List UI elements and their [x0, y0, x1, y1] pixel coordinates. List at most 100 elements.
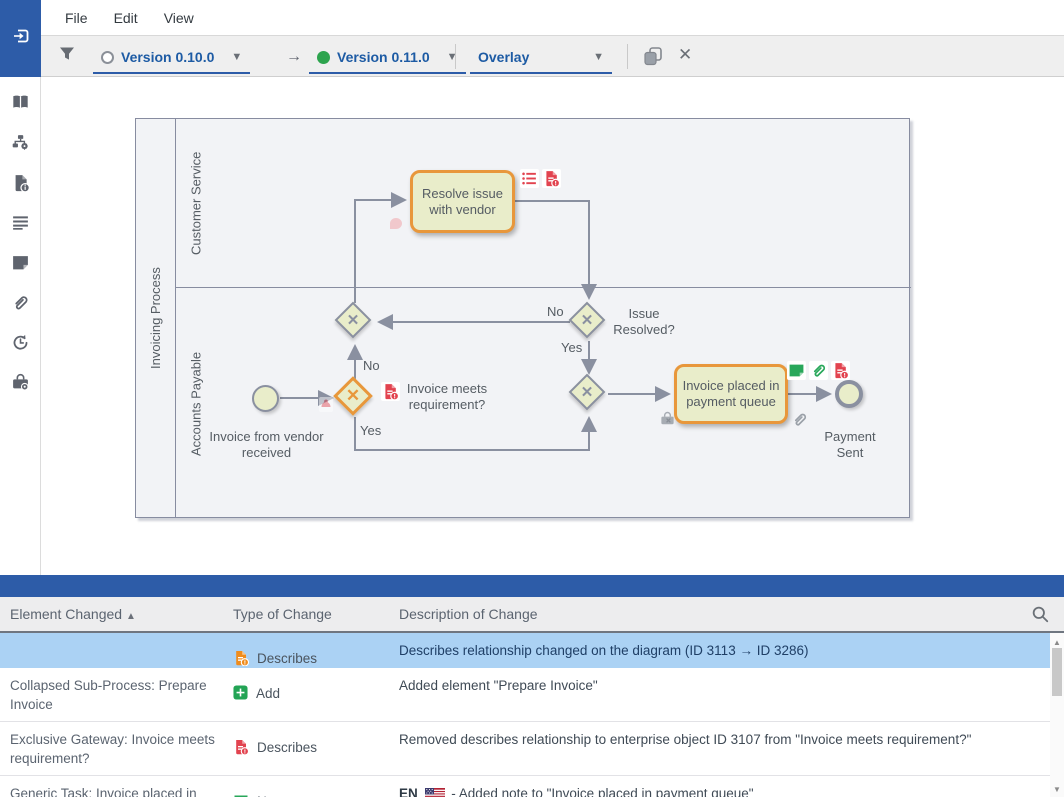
note-added-badge[interactable] [787, 361, 806, 380]
changes-table-body: Describes Describes relationship changed… [0, 633, 1050, 797]
column-element-changed[interactable]: Element Changed ▲ [10, 606, 136, 622]
view-mode-select[interactable]: Overlay ▼ [470, 42, 612, 74]
describes-removed-icon [233, 739, 249, 755]
edge-label-yes: Yes [360, 423, 381, 438]
compare-versions-icon [11, 26, 31, 51]
cell-type: Describes [233, 722, 383, 757]
cell-type: Add [233, 668, 383, 703]
sidebar-item-process-hierarchy[interactable] [0, 125, 41, 165]
right-arrow-icon: → [286, 48, 302, 66]
type-label: Describes [257, 641, 317, 668]
version-status-open-icon [101, 51, 114, 64]
end-event-label: Payment Sent [810, 429, 890, 461]
menu-view[interactable]: View [151, 2, 207, 34]
scrollbar-thumb[interactable] [1052, 648, 1062, 696]
describes-removed-badge[interactable] [831, 361, 850, 380]
scroll-up-icon[interactable]: ▲ [1050, 638, 1064, 647]
sidebar-item-attachments[interactable] [0, 285, 41, 325]
book-icon [11, 93, 30, 117]
case-gear-icon [11, 373, 30, 397]
sequence-flows [41, 77, 1064, 575]
task-payment-badges [787, 361, 850, 380]
sort-asc-icon: ▲ [126, 611, 136, 622]
type-label: Add [256, 676, 280, 703]
search-icon[interactable] [1031, 605, 1050, 629]
cell-type: Note [233, 776, 383, 797]
end-event[interactable] [835, 380, 863, 408]
describes-changed-icon [233, 650, 249, 666]
menu-bar: File Edit View [41, 0, 1064, 36]
diagram-canvas: Invoicing Process Customer Service Accou… [41, 77, 1064, 575]
cell-type: Describes [233, 633, 383, 668]
menu-edit[interactable]: Edit [101, 2, 151, 34]
sidebar-item-governance[interactable] [0, 365, 41, 405]
panel-divider-bar[interactable] [0, 575, 1064, 597]
scroll-down-icon[interactable]: ▼ [1050, 785, 1064, 794]
system-badge [659, 411, 676, 433]
attachment-added-badge[interactable] [809, 361, 828, 380]
list-icon [11, 213, 30, 237]
sidebar-item-compare-versions[interactable] [0, 0, 41, 77]
note-icon [11, 253, 30, 277]
column-type-of-change[interactable]: Type of Change [233, 606, 332, 622]
left-sidebar [0, 0, 41, 575]
sidebar-item-notes[interactable] [0, 245, 41, 285]
cell-element: Exclusive Gateway: Invoice meets require… [10, 722, 220, 768]
from-version-select[interactable]: Version 0.10.0 ▼ [93, 42, 250, 74]
cell-description: Removed describes relationship to enterp… [399, 722, 1039, 749]
filter-button[interactable] [58, 45, 76, 67]
describes-removed-badge[interactable] [542, 169, 561, 188]
column-description[interactable]: Description of Change [399, 606, 538, 622]
table-scrollbar[interactable]: ▲ ▼ [1050, 633, 1064, 797]
task-invoice-payment-queue[interactable]: Invoice placed in payment queue [674, 364, 788, 424]
view-mode-label: Overlay [478, 49, 529, 65]
edge-label-no: No [547, 304, 564, 319]
removed-role-badge [319, 397, 333, 412]
menu-file[interactable]: File [52, 2, 101, 34]
copy-comparison-button[interactable] [641, 45, 665, 73]
description-text: - Added note to "Invoice placed in payme… [451, 786, 753, 797]
version-status-current-icon [317, 51, 330, 64]
table-row[interactable]: Describes Describes relationship changed… [0, 633, 1050, 668]
paperclip-icon [11, 293, 30, 317]
funnel-icon [58, 45, 76, 67]
start-event[interactable] [252, 385, 279, 412]
task-resolve-issue[interactable]: Resolve issue with vendor [410, 170, 515, 233]
close-icon: ✕ [678, 45, 692, 65]
start-event-label: Invoice from vendor received [209, 429, 324, 461]
type-label: Note [257, 784, 286, 797]
from-version-label: Version 0.10.0 [121, 49, 214, 65]
document-info-icon [12, 174, 30, 197]
history-clock-icon [11, 333, 30, 357]
table-row[interactable]: Collapsed Sub-Process: Prepare Invoice A… [0, 668, 1050, 722]
hierarchy-gear-icon [11, 133, 30, 157]
note-added-icon [233, 793, 249, 797]
to-version-label: Version 0.11.0 [337, 49, 430, 65]
describes-removed-badge[interactable] [381, 382, 400, 401]
cell-element: Collapsed Sub-Process: Prepare Invoice [10, 668, 220, 714]
table-row[interactable]: Generic Task: Invoice placed in Note EN … [0, 776, 1050, 797]
sidebar-item-document-report[interactable] [0, 165, 41, 205]
type-label: Describes [257, 730, 317, 757]
cell-description: EN - Added note to "Invoice placed in pa… [399, 776, 1039, 797]
language-code: EN [399, 786, 418, 797]
sidebar-item-glossary[interactable] [0, 85, 41, 125]
table-row[interactable]: Exclusive Gateway: Invoice meets require… [0, 722, 1050, 776]
cell-element: Generic Task: Invoice placed in [10, 776, 220, 797]
cell-element [10, 633, 220, 641]
changes-table-header: Element Changed ▲ Type of Change Descrip… [0, 597, 1064, 633]
copy-icon [641, 45, 665, 73]
to-version-select[interactable]: Version 0.11.0 ▼ [309, 42, 466, 74]
attachment-badge [791, 411, 808, 433]
toolbar-divider [455, 44, 456, 69]
removed-list-badge[interactable] [520, 169, 539, 188]
chevron-down-icon: ▼ [231, 51, 242, 63]
chevron-down-icon: ▼ [593, 51, 604, 63]
toolbar-divider [627, 44, 628, 69]
sidebar-item-history[interactable] [0, 325, 41, 365]
cell-description: Describes relationship changed on the di… [399, 633, 1039, 660]
edge-label-yes: Yes [561, 340, 582, 355]
close-compare-button[interactable]: ✕ [678, 45, 692, 65]
add-icon [233, 685, 248, 700]
sidebar-item-list-view[interactable] [0, 205, 41, 245]
